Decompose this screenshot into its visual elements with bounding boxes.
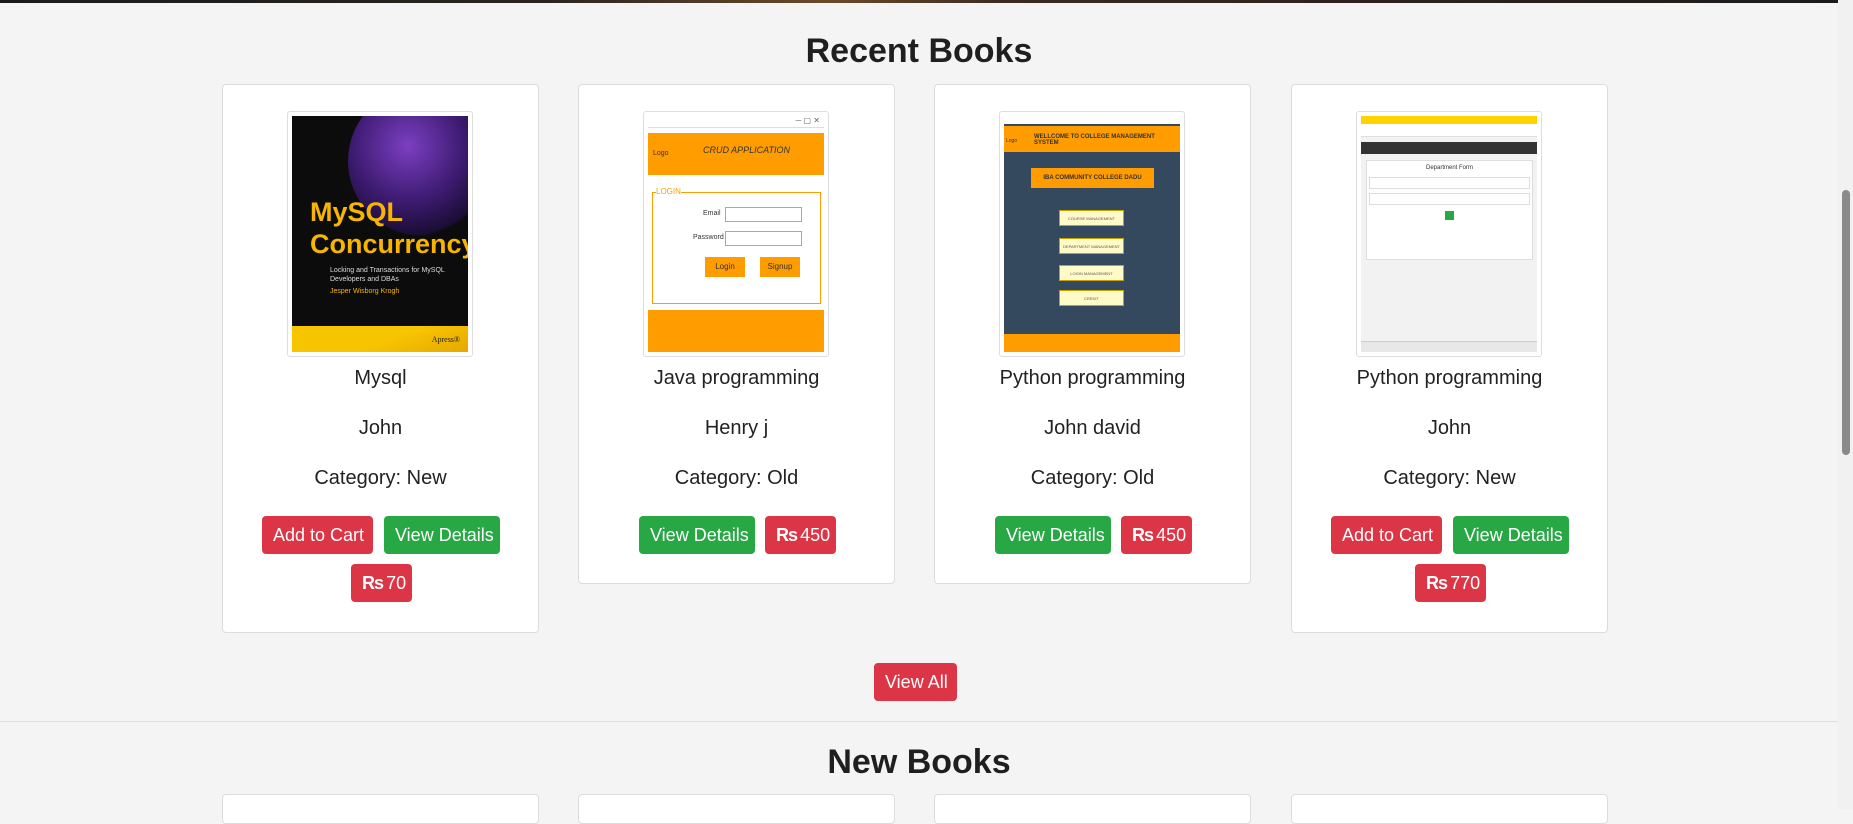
price-value: 450 — [800, 525, 831, 545]
cover-legend: LOGIN — [656, 187, 681, 196]
hero-image-bottom-edge — [0, 0, 1838, 3]
book-author: John david — [1044, 417, 1141, 439]
book-card — [934, 794, 1251, 824]
browser-addressbar — [1361, 124, 1537, 137]
cover-form-field — [1369, 177, 1530, 189]
rupee-icon: ₨ — [1426, 573, 1449, 593]
page-scrollbar[interactable] — [1838, 0, 1853, 809]
price-value: 770 — [1450, 573, 1481, 593]
cover-password-field — [725, 231, 802, 246]
book-card: MySQL Concurrency Locking and Transactio… — [222, 84, 539, 633]
view-details-button[interactable]: View Details — [995, 516, 1111, 554]
cover-subtitle: Locking and Transactions for MySQL Devel… — [330, 267, 445, 283]
price-button[interactable]: ₨ 450 — [765, 516, 836, 554]
book-card — [222, 794, 539, 824]
price-value: 70 — [386, 573, 407, 593]
cover-taskbar — [1361, 341, 1537, 352]
book-title: Java programming — [653, 367, 820, 389]
cover-login-button: Login — [705, 257, 745, 277]
add-to-cart-button[interactable]: Add to Cart — [1331, 516, 1442, 554]
window-titlebar: ─ ▢ ✕ — [648, 116, 824, 128]
cover-menu-item: COURSE MANAGEMENT — [1059, 210, 1124, 226]
cover-form-field — [1369, 193, 1530, 205]
book-author: John — [1427, 417, 1472, 439]
cover-form-title: Department Form — [1425, 165, 1473, 171]
book-category: Category: Old — [1030, 467, 1155, 489]
scrollbar-thumb[interactable] — [1842, 190, 1850, 455]
cover-form-submit — [1445, 211, 1454, 220]
book-card: Logo WELLCOME TO COLLEGE MANAGEMENT SYST… — [934, 84, 1251, 584]
add-to-cart-button[interactable]: Add to Cart — [262, 516, 373, 554]
cover-signup-button: Signup — [760, 257, 800, 277]
window-titlebar — [1004, 116, 1180, 124]
cover-logo: Logo — [653, 150, 669, 157]
recent-books-title: Recent Books — [805, 32, 1033, 70]
book-cover-image[interactable]: Department Form — [1356, 111, 1542, 357]
cover-form-panel: Department Form — [1366, 160, 1533, 260]
cover-email-field — [725, 207, 802, 222]
view-details-button[interactable]: View Details — [384, 516, 500, 554]
view-details-button[interactable]: View Details — [1453, 516, 1569, 554]
book-category: Category: New — [314, 467, 447, 489]
price-button[interactable]: ₨ 450 — [1121, 516, 1192, 554]
cover-menu-item: LOGIN MANAGEMENT — [1059, 265, 1124, 281]
book-cover-image[interactable]: Logo WELLCOME TO COLLEGE MANAGEMENT SYST… — [999, 111, 1185, 357]
cover-logo: Logo — [1006, 138, 1018, 144]
cover-publisher: Apress® — [431, 335, 460, 344]
book-category: Category: New — [1383, 467, 1516, 489]
new-books-title: New Books — [827, 743, 1011, 781]
cover-menu-item: CREDIT — [1059, 290, 1124, 306]
cover-email-label: Email — [703, 210, 721, 217]
cover-footer-band — [1004, 334, 1180, 352]
cover-footer-band — [648, 310, 824, 352]
book-author: John — [358, 417, 403, 439]
book-title: Python programming — [999, 367, 1186, 389]
price-value: 450 — [1156, 525, 1187, 545]
book-card — [578, 794, 895, 824]
cover-heading: WELLCOME TO COLLEGE MANAGEMENT SYSTEM — [1034, 134, 1155, 146]
book-author: Henry j — [704, 417, 769, 439]
cover-header-band: Logo CRUD APPLICATION — [648, 133, 824, 175]
book-category: Category: Old — [674, 467, 799, 489]
book-card — [1291, 794, 1608, 824]
book-card: Department Form Python programming John … — [1291, 84, 1608, 633]
book-card: ─ ▢ ✕ Logo CRUD APPLICATION LOGIN Email … — [578, 84, 895, 584]
cover-heading: CRUD APPLICATION — [703, 145, 791, 155]
price-button[interactable]: ₨ 770 — [1415, 564, 1486, 602]
rupee-icon: ₨ — [776, 525, 799, 545]
cover-password-label: Password — [693, 234, 724, 241]
cover-navbar — [1361, 142, 1537, 154]
cover-menu-item: DEPARTMENT MANAGEMENT — [1059, 238, 1124, 254]
section-divider — [0, 721, 1838, 722]
view-all-button[interactable]: View All — [874, 663, 957, 701]
browser-tabbar — [1361, 116, 1537, 124]
book-cover-image[interactable]: ─ ▢ ✕ Logo CRUD APPLICATION LOGIN Email … — [643, 111, 829, 357]
cover-college-banner: IBA COMMUNITY COLLEGE DADU — [1031, 168, 1154, 188]
cover-author: Jesper Wisborg Krogh — [330, 288, 400, 295]
book-cover-image[interactable]: MySQL Concurrency Locking and Transactio… — [287, 111, 473, 357]
cover-header-band: Logo WELLCOME TO COLLEGE MANAGEMENT SYST… — [1004, 126, 1180, 152]
rupee-icon: ₨ — [1132, 525, 1155, 545]
view-details-button[interactable]: View Details — [639, 516, 755, 554]
book-title: Mysql — [354, 367, 407, 389]
price-button[interactable]: ₨ 70 — [351, 564, 412, 602]
cover-login-fieldset: LOGIN Email Password Login Signup — [652, 187, 821, 304]
cover-title: MySQL Concurrency — [310, 197, 468, 259]
book-title: Python programming — [1356, 367, 1543, 389]
rupee-icon: ₨ — [362, 573, 385, 593]
